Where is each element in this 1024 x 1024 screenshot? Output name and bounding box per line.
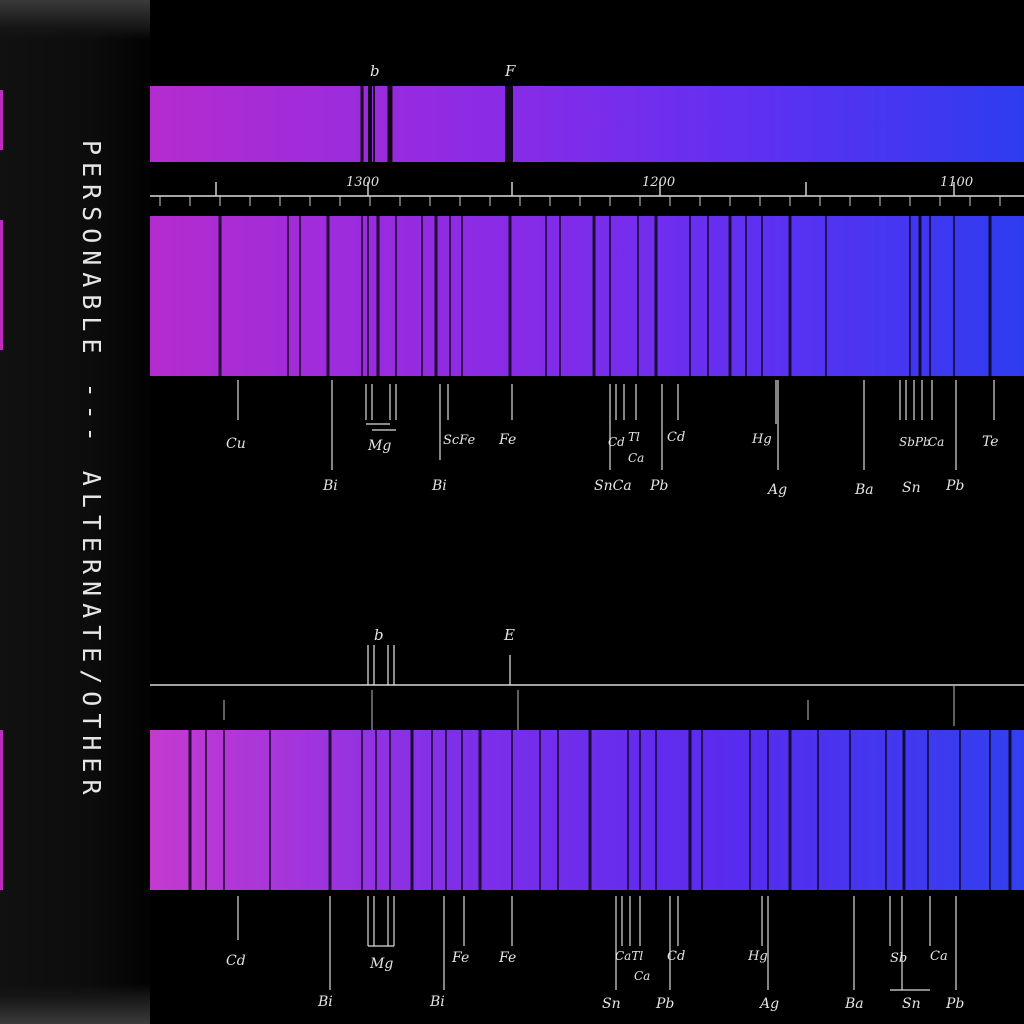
element-label: Bi bbox=[429, 994, 445, 1010]
element-label: Fe bbox=[451, 950, 469, 966]
element-label: Sn bbox=[602, 996, 621, 1012]
element-label: Cd bbox=[226, 953, 246, 969]
scale-ticks bbox=[159, 182, 1001, 206]
element-label: Mg bbox=[367, 438, 391, 454]
spectrum-plate-top: b F 1300 1200 1100 Cu Mg ScFe Fe Cd Tl C… bbox=[150, 62, 1024, 498]
element-label: Cd bbox=[608, 435, 625, 449]
marker-label: E bbox=[503, 626, 515, 644]
element-label: CaTl bbox=[615, 949, 643, 963]
emission-spectrum-band bbox=[150, 216, 1024, 376]
element-label: Cu bbox=[226, 436, 246, 452]
element-labels-row1: Cd Mg Fe Fe CaTl Cd Hg Sb Ca bbox=[226, 949, 948, 972]
element-labels-row2: Bi Bi Ca Sn Pb Ag Ba Sn Pb bbox=[317, 969, 964, 1012]
scale-label: 1200 bbox=[642, 175, 675, 190]
element-label: Hg bbox=[751, 432, 772, 447]
element-label: Pb bbox=[649, 478, 668, 494]
spine-edge-accent bbox=[0, 730, 3, 890]
element-label: Bi bbox=[322, 478, 338, 494]
element-label: Ca bbox=[928, 435, 944, 449]
element-label: Pb bbox=[945, 478, 964, 494]
element-label: Bi bbox=[317, 994, 333, 1010]
spine-grain-top bbox=[0, 0, 150, 40]
spine-edge-accent bbox=[0, 220, 3, 350]
element-labels-row1: Cu Mg ScFe Fe Cd Tl Cd Hg SbPb Ca Te bbox=[226, 430, 999, 454]
element-label: SbPb bbox=[899, 435, 931, 449]
marker-label: F bbox=[504, 62, 516, 80]
element-label: Te bbox=[982, 434, 999, 450]
album-spine: PERSONABLE --- ALTERNATE/OTHER bbox=[0, 0, 150, 1024]
spine-grain-bottom bbox=[0, 984, 150, 1024]
element-label: Mg bbox=[369, 956, 393, 972]
element-label: Ca bbox=[634, 969, 650, 983]
marker-ticks bbox=[223, 645, 955, 730]
element-label: Pb bbox=[945, 996, 964, 1012]
element-label: Ca bbox=[930, 949, 948, 964]
element-label: ScFe bbox=[443, 433, 475, 448]
element-label: Ba bbox=[854, 482, 874, 498]
marker-label: b bbox=[374, 626, 384, 644]
element-label: Fe bbox=[498, 950, 516, 966]
element-leader-lines bbox=[237, 896, 957, 991]
reference-spectrum-band bbox=[150, 86, 1024, 162]
emission-spectrum-band bbox=[150, 730, 1024, 890]
element-labels-row2: Bi Bi SnCa Ca Pb Ag Ba Sn Pb bbox=[322, 451, 964, 498]
spine-edge-accent bbox=[0, 90, 3, 150]
element-label: Cd bbox=[667, 430, 685, 445]
element-label: Ag bbox=[758, 996, 779, 1012]
element-label: Sb bbox=[890, 951, 907, 966]
element-label: Cd bbox=[667, 949, 685, 964]
spectrum-artwork: b F 1300 1200 1100 Cu Mg ScFe Fe Cd Tl C… bbox=[150, 62, 1024, 1012]
element-label: Bi bbox=[431, 478, 447, 494]
element-label: Ba bbox=[844, 996, 864, 1012]
element-label: Ca bbox=[628, 451, 644, 465]
element-label: SnCa bbox=[594, 478, 632, 494]
marker-label: b bbox=[370, 62, 380, 80]
album-title: PERSONABLE --- ALTERNATE/OTHER bbox=[77, 140, 106, 802]
element-label: Tl bbox=[628, 430, 640, 444]
element-label: Hg bbox=[747, 949, 768, 964]
spectrum-plate-bottom: b E Cd Mg Fe Fe CaTl Cd Hg Sb Ca Bi Bi C… bbox=[150, 626, 1024, 1012]
scale-label: 1300 bbox=[346, 175, 379, 190]
element-label: Sn bbox=[902, 996, 921, 1012]
element-label: Ag bbox=[766, 482, 787, 498]
element-label: Fe bbox=[498, 432, 516, 448]
element-label: Sn bbox=[902, 480, 921, 496]
scale-label: 1100 bbox=[940, 175, 973, 190]
element-label: Pb bbox=[655, 996, 674, 1012]
element-leader-lines bbox=[237, 380, 995, 470]
